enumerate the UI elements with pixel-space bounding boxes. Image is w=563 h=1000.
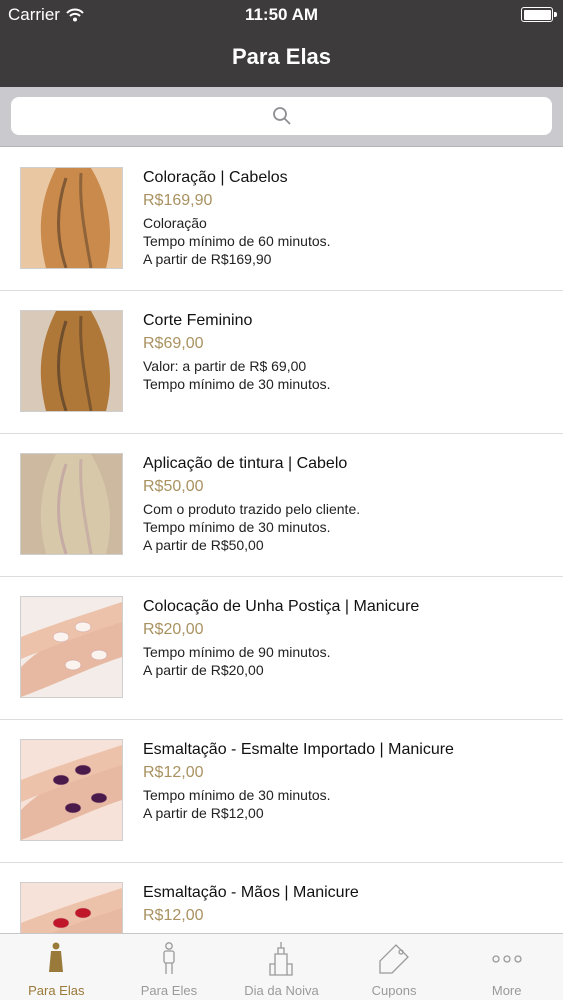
tab-cupons[interactable]: Cupons <box>338 934 451 1000</box>
status-bar: Carrier 11:50 AM <box>0 0 563 30</box>
navigation-bar: Para Elas <box>0 30 563 87</box>
service-name: Aplicação de tintura | Cabelo <box>143 455 348 472</box>
description-line: A partir de R$12,00 <box>143 805 264 821</box>
tab-label: More <box>491 983 522 998</box>
service-name: Esmaltação - Esmalte Importado | Manicur… <box>143 741 454 758</box>
service-row[interactable]: Esmaltação - Mãos | Manicure R$12,00 <box>0 863 563 933</box>
search-bar <box>0 87 563 147</box>
hair-photo <box>20 453 123 555</box>
service-row[interactable]: Aplicação de tintura | Cabelo R$50,00 Com … <box>0 434 563 577</box>
description-line: Com o produto trazido pelo cliente. <box>143 501 361 517</box>
page-title: Para Elas <box>231 44 332 69</box>
service-name: Coloração | Cabelos <box>143 169 288 186</box>
man-icon <box>113 942 226 978</box>
more-icon <box>450 942 563 978</box>
search-input[interactable] <box>11 97 552 135</box>
service-price: R$169,90 <box>143 192 213 209</box>
description-line: Tempo mínimo de 30 minutos. <box>143 787 331 803</box>
service-row[interactable]: Esmaltação - Esmalte Importado | Manicur… <box>0 720 563 863</box>
nails-photo-image <box>21 597 122 697</box>
description-line: A partir de R$169,90 <box>143 251 272 267</box>
tag-icon <box>338 942 451 978</box>
service-row[interactable]: Colocação de Unha Postiça | Manicure R$20… <box>0 577 563 720</box>
tab-label: Para Eles <box>140 983 198 998</box>
woman-icon <box>0 942 113 978</box>
description-line: A partir de R$50,00 <box>143 537 264 553</box>
hair-photo <box>20 167 123 269</box>
service-text: Esmaltação - Esmalte Importado | Manicur… <box>143 740 553 822</box>
service-price: R$12,00 <box>143 764 204 781</box>
service-price: R$50,00 <box>143 478 204 495</box>
service-name: Corte Feminino <box>143 312 253 329</box>
service-description: Tempo mínimo de 30 minutos. A partir de R… <box>143 786 553 822</box>
tab-dia-da-noiva[interactable]: Dia da Noiva <box>225 934 338 1000</box>
search-icon <box>272 107 291 125</box>
tab-label: Dia da Noiva <box>244 983 319 998</box>
service-text: Esmaltação - Mãos | Manicure R$12,00 <box>143 883 553 929</box>
service-description: Tempo mínimo de 90 minutos. A partir de R… <box>143 643 553 679</box>
tab-bar: Para Elas Para Eles Dia da Noiva Cupons More <box>0 933 563 1000</box>
tab-more[interactable]: More <box>450 934 563 1000</box>
description-line: Tempo mínimo de 30 minutos. <box>143 376 331 392</box>
tab-para-elas[interactable]: Para Elas <box>0 934 113 1000</box>
description-line: A partir de R$20,00 <box>143 662 264 678</box>
tab-label: Cupons <box>371 983 417 998</box>
service-row[interactable]: Corte Feminino R$69,00 Valor: a partir de … <box>0 291 563 434</box>
service-text: Colocação de Unha Postiça | Manicure R$20… <box>143 597 553 679</box>
nails-photo <box>20 882 123 933</box>
hair-photo <box>20 310 123 412</box>
status-time: 11:50 AM <box>244 5 319 24</box>
service-name: Colocação de Unha Postiça | Manicure <box>143 598 420 615</box>
tab-label: Para Elas <box>28 983 85 998</box>
service-price: R$12,00 <box>143 907 204 924</box>
description-line: Valor: a partir de R$ 69,00 <box>143 358 307 374</box>
service-price: R$69,00 <box>143 335 204 352</box>
service-text: Corte Feminino R$69,00 Valor: a partir de … <box>143 311 553 393</box>
tab-para-eles[interactable]: Para Eles <box>113 934 226 1000</box>
battery-icon <box>521 7 557 22</box>
description-line: Coloração <box>143 215 207 231</box>
description-line: Tempo mínimo de 90 minutos. <box>143 644 331 660</box>
building-icon <box>225 942 338 978</box>
description-line: Tempo mínimo de 60 minutos. <box>143 233 331 249</box>
description-line: Tempo mínimo de 30 minutos. <box>143 519 331 535</box>
service-text: Aplicação de tintura | Cabelo R$50,00 Com … <box>143 454 553 554</box>
service-row[interactable]: Coloração | Cabelos R$169,90 Coloração Temp… <box>0 148 563 291</box>
service-price: R$20,00 <box>143 621 204 638</box>
nails-photo-image <box>21 883 122 933</box>
hair-photo-image <box>21 311 122 411</box>
service-text: Coloração | Cabelos R$169,90 Coloração Temp… <box>143 168 553 268</box>
nails-photo <box>20 739 123 841</box>
service-name: Esmaltação - Mãos | Manicure <box>143 884 359 901</box>
service-description: Coloração Tempo mínimo de 60 minutos. A pa… <box>143 214 553 268</box>
hair-photo-image <box>21 168 122 268</box>
service-list: Coloração | Cabelos R$169,90 Coloração Temp… <box>0 148 563 933</box>
nails-photo <box>20 596 123 698</box>
service-description: Valor: a partir de R$ 69,00 Tempo mínimo … <box>143 357 553 393</box>
hair-photo-image <box>21 454 122 554</box>
nails-photo-image <box>21 740 122 840</box>
service-description: Com o produto trazido pelo cliente. Tempo… <box>143 500 553 554</box>
